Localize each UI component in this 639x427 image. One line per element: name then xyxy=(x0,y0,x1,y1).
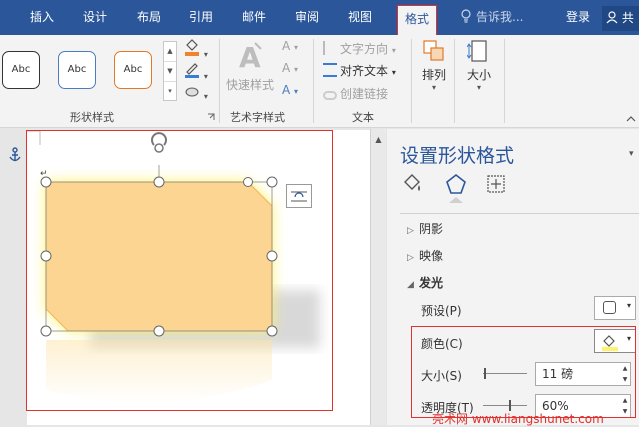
paint-bucket-icon xyxy=(185,39,199,56)
collapse-ribbon-icon[interactable] xyxy=(626,115,636,123)
shape-styles-group-label: 形状样式 xyxy=(70,111,114,124)
text-fill-icon: A xyxy=(282,39,291,53)
gallery-down-icon[interactable]: ▼ xyxy=(164,62,176,82)
share-button[interactable]: 共 xyxy=(602,6,639,31)
expand-right-icon: ▷ xyxy=(407,226,414,236)
text-fill-button[interactable]: A ▾ xyxy=(282,39,298,53)
document-scrollbar[interactable]: ▲ xyxy=(370,129,386,425)
preset-label: 预设(P) xyxy=(421,304,462,318)
text-outline-icon: A xyxy=(282,61,291,75)
quick-styles-button[interactable]: A 快速样式 xyxy=(226,39,274,97)
layout-properties-tab-icon[interactable] xyxy=(485,173,507,195)
format-tab-highlight xyxy=(397,5,437,36)
text-effects-icon: A xyxy=(282,83,291,97)
gallery-scroll[interactable]: ▲ ▼ ▾ xyxy=(163,41,177,101)
login-link[interactable]: 登录 xyxy=(566,0,590,35)
pane-title: 设置形状格式 xyxy=(400,145,515,167)
person-icon xyxy=(606,11,618,24)
tab-design[interactable]: 设计 xyxy=(75,0,115,35)
size-icon xyxy=(466,40,487,62)
size-button[interactable]: 大小 ▾ xyxy=(462,39,496,92)
arrange-icon xyxy=(423,40,444,61)
text-direction-icon xyxy=(323,41,337,55)
pen-icon xyxy=(185,63,199,78)
tab-view[interactable]: 视图 xyxy=(340,0,380,35)
shape-highlight-box xyxy=(26,130,333,411)
link-icon xyxy=(323,91,337,100)
text-outline-button[interactable]: A ▾ xyxy=(282,61,298,75)
section-glow[interactable]: ◢ 发光 xyxy=(407,274,443,291)
expand-right-icon: ▷ xyxy=(407,253,414,263)
tab-mailings[interactable]: 邮件 xyxy=(234,0,274,35)
fill-line-tab-icon[interactable] xyxy=(401,173,423,195)
shape-effects-button[interactable]: ▾ xyxy=(184,83,208,102)
tab-review[interactable]: 审阅 xyxy=(287,0,327,35)
shape-style-1[interactable]: Abc xyxy=(2,51,40,89)
scroll-up-icon[interactable]: ▲ xyxy=(371,135,386,144)
quick-styles-label: 快速样式 xyxy=(226,78,275,92)
tell-me-search[interactable]: 告诉我... xyxy=(460,0,523,35)
gallery-more-icon[interactable]: ▾ xyxy=(164,82,176,102)
preset-dropdown[interactable]: ▾ xyxy=(594,296,636,320)
effects-icon xyxy=(185,87,199,97)
text-group-label: 文本 xyxy=(352,111,374,124)
collapse-down-icon: ◢ xyxy=(407,280,414,290)
wordart-group-label: 艺术字样式 xyxy=(230,111,285,124)
tab-references[interactable]: 引用 xyxy=(181,0,221,35)
share-label: 共 xyxy=(621,11,634,25)
align-text-button[interactable]: 对齐文本 ▾ xyxy=(323,62,396,79)
create-link-button[interactable]: 创建链接 xyxy=(323,85,388,102)
size-dropdown-icon: ▾ xyxy=(476,83,481,92)
section-reflection[interactable]: ▷ 映像 xyxy=(407,247,443,264)
lightbulb-icon xyxy=(461,9,471,23)
shape-style-3[interactable]: Abc xyxy=(114,51,152,89)
shape-outline-button[interactable]: ▾ xyxy=(184,61,208,82)
text-direction-button[interactable]: 文字方向 ▾ xyxy=(323,40,396,57)
align-text-icon xyxy=(323,63,337,77)
arrange-label: 排列 xyxy=(421,68,446,82)
dropdown-arrow-icon: ▾ xyxy=(626,301,631,310)
ribbon-tab-bar: 插入 设计 布局 引用 邮件 审阅 视图 格式 告诉我... 登录 共 xyxy=(0,0,639,36)
gallery-up-icon[interactable]: ▲ xyxy=(164,42,176,62)
section-shadow[interactable]: ▷ 阴影 xyxy=(407,220,443,237)
text-effects-button[interactable]: A ▾ xyxy=(282,83,298,97)
dialog-launcher-icon[interactable] xyxy=(207,113,215,121)
effects-tab-icon[interactable] xyxy=(445,173,467,195)
shape-style-2[interactable]: Abc xyxy=(58,51,96,89)
arrange-button[interactable]: 排列 ▾ xyxy=(417,39,451,92)
tab-insert[interactable]: 插入 xyxy=(22,0,62,35)
wordart-a-icon: A xyxy=(239,41,262,74)
watermark: 亮术网 www.liangshunet.com xyxy=(432,412,604,426)
pane-options-icon[interactable]: ▾ xyxy=(629,149,634,159)
ribbon: Abc Abc Abc ▲ ▼ ▾ ▾ ▾ ▾ 形状样式 A 快速样式 A ▾ … xyxy=(0,35,639,128)
arrange-dropdown-icon: ▾ xyxy=(431,83,436,92)
tab-layout[interactable]: 布局 xyxy=(129,0,169,35)
size-label: 大小 xyxy=(466,68,491,82)
tell-me-text: 告诉我... xyxy=(476,10,524,24)
shape-fill-button[interactable]: ▾ xyxy=(184,39,208,60)
glow-settings-highlight xyxy=(411,326,636,418)
glow-preset-icon xyxy=(603,301,616,314)
